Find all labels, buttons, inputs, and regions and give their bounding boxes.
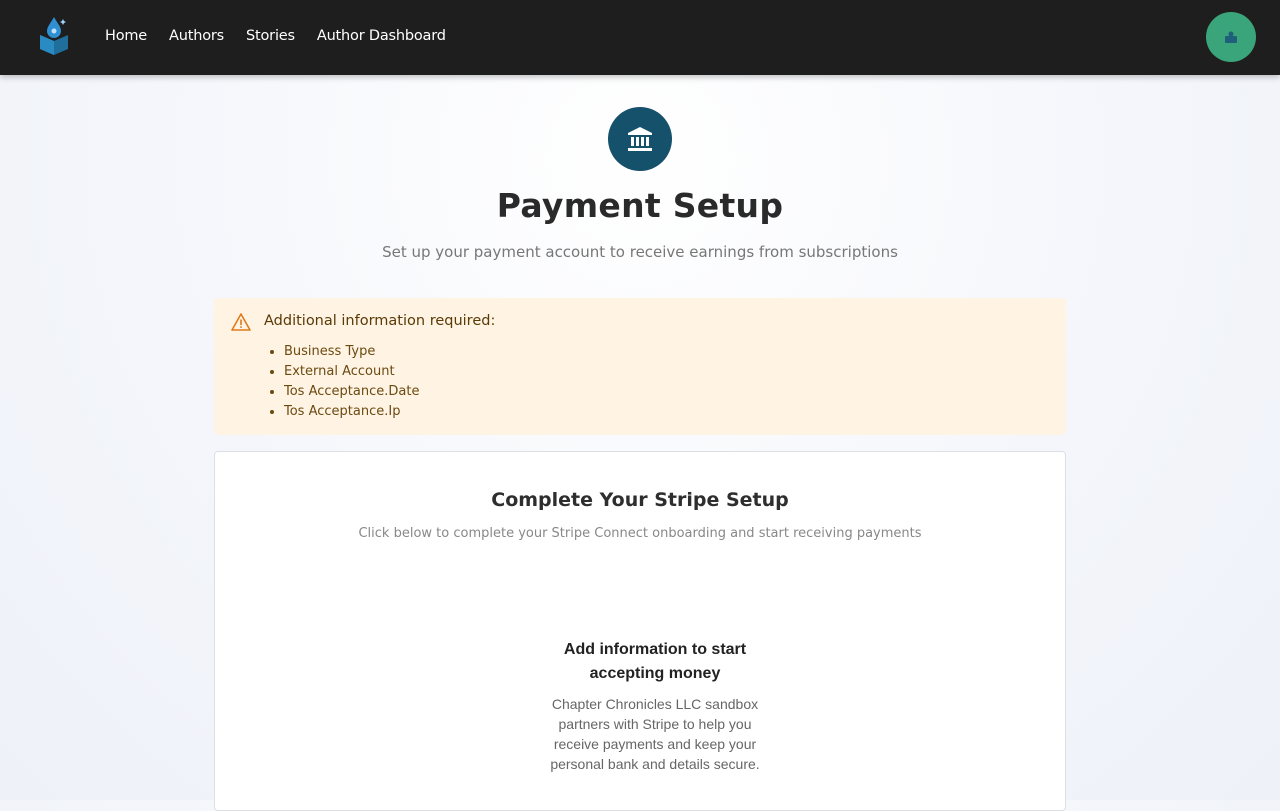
card-title: Complete Your Stripe Setup [491,489,789,511]
list-item: Tos Acceptance.Ip [284,402,419,422]
warning-triangle-icon [231,312,251,332]
stripe-setup-card: Complete Your Stripe Setup Click below t… [214,451,1066,811]
nav-link-author-dashboard[interactable]: Author Dashboard [317,28,446,44]
list-item: External Account [284,362,419,382]
alert-requirements-list: Business Type External Account Tos Accep… [284,342,419,422]
list-item: Tos Acceptance.Date [284,382,419,402]
page-subtitle: Set up your payment account to receive e… [382,243,898,261]
nav-links: Home Authors Stories Author Dashboard [105,28,468,44]
stripe-embed-text: Chapter Chronicles LLC sandbox partners … [550,696,760,772]
top-navbar: Home Authors Stories Author Dashboard [0,0,1280,75]
card-subtitle: Click below to complete your Stripe Conn… [358,526,922,541]
bank-icon [608,107,672,171]
nav-link-authors[interactable]: Authors [169,28,224,44]
book-drop-logo-icon[interactable] [36,15,72,55]
additional-info-alert: Additional information required: Busines… [214,298,1066,435]
user-avatar-icon[interactable] [1206,12,1256,62]
nav-link-stories[interactable]: Stories [246,28,295,44]
nav-link-home[interactable]: Home [105,28,147,44]
stripe-embed-title: Add information to start accepting money [563,641,747,682]
alert-title: Additional information required: [264,313,496,329]
list-item: Business Type [284,342,419,362]
page-title: Payment Setup [496,186,784,225]
